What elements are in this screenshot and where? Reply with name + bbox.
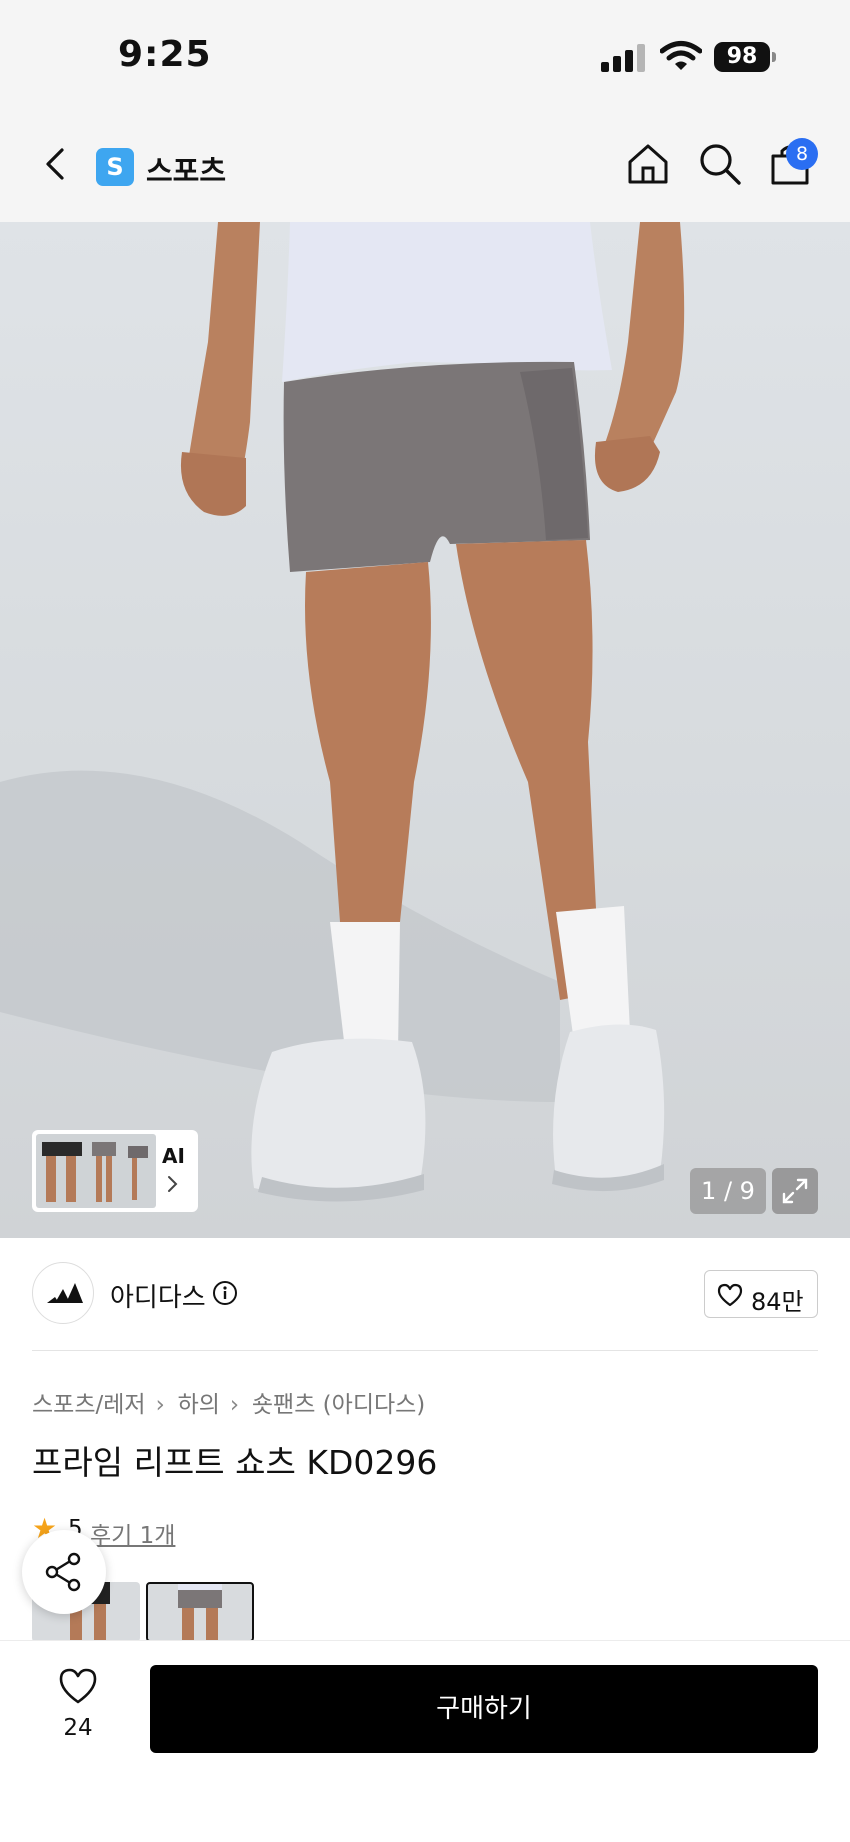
heart-icon	[717, 1283, 743, 1307]
brand-like-button[interactable]: 84만	[704, 1270, 818, 1318]
product-photo	[0, 222, 685, 1202]
back-icon[interactable]	[36, 144, 76, 184]
review-link[interactable]: 후기 1개	[90, 1516, 175, 1550]
search-icon[interactable]	[696, 140, 744, 188]
wifi-icon	[660, 41, 702, 70]
breadcrumb-item[interactable]: 숏팬츠 (아디다스)	[252, 1392, 425, 1418]
lookbook-thumbnails	[36, 1134, 156, 1208]
product-image-gallery[interactable]: AI 1 / 9	[0, 222, 850, 1238]
store-logo[interactable]: S	[96, 148, 134, 186]
home-icon[interactable]	[624, 140, 672, 188]
store-name[interactable]: 스포츠	[146, 148, 226, 190]
cellular-signal-icon	[601, 44, 645, 72]
color-variant-grey[interactable]	[146, 1582, 254, 1642]
cart-badge: 8	[786, 138, 818, 170]
wishlist-count: 24	[63, 1715, 93, 1741]
breadcrumb-item[interactable]: 하의	[178, 1392, 220, 1418]
brand-row: 아디다스 84만	[0, 1238, 850, 1350]
breadcrumb: 스포츠/레저 › 하의 › 숏팬츠 (아디다스)	[32, 1385, 425, 1419]
battery-icon: 98	[714, 42, 776, 72]
chevron-right-icon: ›	[155, 1392, 165, 1418]
expand-icon[interactable]	[772, 1168, 818, 1214]
breadcrumb-item[interactable]: 스포츠/레저	[32, 1392, 146, 1418]
chevron-right-icon: ›	[229, 1392, 240, 1418]
image-pager: 1 / 9	[690, 1168, 766, 1214]
brand-logo[interactable]	[32, 1262, 94, 1324]
chevron-right-icon	[168, 1176, 178, 1192]
status-bar: 9:25 98	[0, 0, 850, 110]
divider	[32, 1350, 818, 1351]
app-header: S 스포츠	[0, 110, 850, 222]
info-icon[interactable]	[212, 1280, 238, 1306]
share-icon	[45, 1552, 81, 1592]
status-time: 9:25	[118, 34, 212, 75]
buy-button[interactable]: 구매하기	[150, 1665, 818, 1753]
brand-name[interactable]: 아디다스	[110, 1277, 206, 1314]
share-button[interactable]	[22, 1530, 106, 1614]
brand-like-count: 84만	[751, 1288, 804, 1316]
ai-lookbook-card[interactable]: AI	[32, 1130, 198, 1212]
ai-label: AI	[162, 1144, 185, 1168]
product-title: 프라임 리프트 쇼츠 KD0296	[32, 1443, 438, 1482]
heart-icon[interactable]	[58, 1667, 98, 1705]
battery-level: 98	[714, 42, 770, 72]
bottom-action-bar: 24 구매하기	[0, 1640, 850, 1842]
